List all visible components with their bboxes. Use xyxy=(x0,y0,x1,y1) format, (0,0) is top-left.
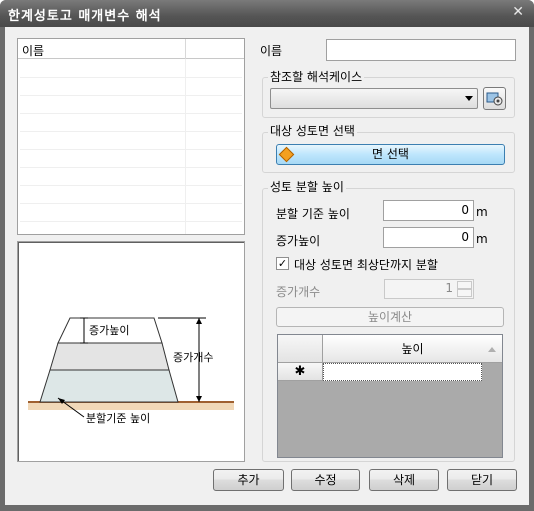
base-height-value: 0 xyxy=(461,203,469,217)
edit-button[interactable]: 수정 xyxy=(291,469,360,491)
count-stepper: 1 xyxy=(384,279,474,299)
edit-label: 수정 xyxy=(314,473,337,487)
grid-header-height[interactable]: 높이 xyxy=(323,335,502,363)
list-row xyxy=(20,95,242,96)
grid-header-label: 높이 xyxy=(401,342,424,356)
grid-new-row-cell[interactable] xyxy=(323,363,482,381)
list-header: 이름 xyxy=(18,39,244,59)
sort-icon xyxy=(488,347,496,352)
case-settings-button[interactable] xyxy=(483,87,506,110)
column-divider xyxy=(185,39,186,59)
select-face-label: 면 선택 xyxy=(372,147,409,161)
settings-icon xyxy=(486,92,503,106)
increment-height-label: 증가높이 xyxy=(89,324,130,337)
list-row xyxy=(20,113,242,114)
list-column-name[interactable]: 이름 xyxy=(22,42,44,59)
list-row xyxy=(20,131,242,132)
select-face-button[interactable]: 면 선택 xyxy=(276,144,505,165)
embankment-layer-1 xyxy=(39,369,179,403)
count-value: 1 xyxy=(445,281,453,295)
increment-value: 0 xyxy=(461,230,469,244)
list-row xyxy=(20,203,242,204)
increment-count-label: 증가개수 xyxy=(173,351,214,364)
name-label: 이름 xyxy=(260,44,283,58)
close-button[interactable]: 닫기 xyxy=(447,469,517,491)
compute-height-button[interactable]: 높이계산 xyxy=(276,307,504,327)
split-to-top-label[interactable]: 대상 성토면 최상단까지 분할 xyxy=(294,256,438,273)
grid-corner xyxy=(278,335,323,363)
list-row xyxy=(20,185,242,186)
compute-height-label: 높이계산 xyxy=(367,310,413,324)
list-row xyxy=(20,221,242,222)
reference-case-title: 참조할 해석케이스 xyxy=(268,68,365,85)
split-height-title: 성토 분할 높이 xyxy=(268,178,346,195)
base-height-label: 분할 기준 높이 xyxy=(276,207,350,221)
spin-up-button xyxy=(457,281,472,289)
embankment-diagram: 증가높이 증가개수 분할기준 높이 xyxy=(17,241,245,462)
name-input[interactable] xyxy=(326,39,516,61)
embankment-layer-2 xyxy=(49,342,170,371)
reference-case-select[interactable] xyxy=(270,88,478,109)
increment-label: 증가높이 xyxy=(276,234,321,248)
list-row xyxy=(20,149,242,150)
list-row xyxy=(20,77,242,78)
column-divider xyxy=(185,59,186,234)
split-to-top-checkbox[interactable]: ✓ xyxy=(276,257,289,270)
title-bar[interactable]: 한계성토고 매개변수 해석 ✕ xyxy=(0,0,534,27)
delete-label: 삭제 xyxy=(392,473,416,487)
increment-input[interactable]: 0 xyxy=(383,227,474,248)
add-button[interactable]: 추가 xyxy=(213,469,284,491)
add-label: 추가 xyxy=(237,473,260,487)
list-row xyxy=(20,167,242,168)
close-icon[interactable]: ✕ xyxy=(512,4,524,20)
delete-button[interactable]: 삭제 xyxy=(369,469,439,491)
base-height-input[interactable]: 0 xyxy=(383,200,474,221)
target-face-title: 대상 성토면 선택 xyxy=(268,122,357,139)
diamond-icon xyxy=(278,146,295,163)
chevron-down-icon xyxy=(465,96,473,101)
case-list[interactable]: 이름 xyxy=(17,38,245,235)
base-height-unit: m xyxy=(476,205,488,219)
window-title: 한계성토고 매개변수 해석 xyxy=(8,9,162,24)
count-label: 증가개수 xyxy=(276,285,321,299)
base-height-label: 분할기준 높이 xyxy=(86,412,151,425)
height-grid[interactable]: 높이 ✱ xyxy=(277,334,503,458)
increment-unit: m xyxy=(476,232,488,246)
new-row-marker: ✱ xyxy=(278,363,323,381)
spin-down-button xyxy=(457,289,472,297)
ground-fill xyxy=(28,402,234,410)
close-label: 닫기 xyxy=(470,473,494,487)
